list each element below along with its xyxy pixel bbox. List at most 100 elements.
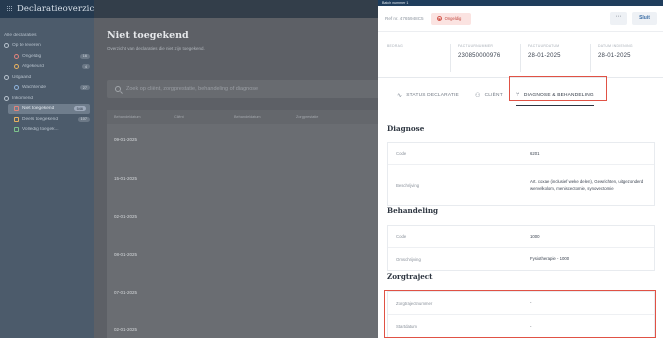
outgoing-icon	[4, 74, 9, 80]
sidebar-item-afgekeurd[interactable]: Afgekeurd 4	[0, 62, 94, 73]
sidebar: Declaratieoverzicht Alle declaraties Op …	[0, 0, 103, 338]
document-icon	[14, 116, 19, 122]
sidebar-nav: Alle declaraties Op te leveren Ongeldig …	[0, 18, 94, 135]
count-badge: 16	[79, 53, 90, 59]
zorgtraject-highlight-outline	[384, 290, 656, 338]
app-title: Declaratieoverzicht	[17, 4, 104, 14]
detail-panel: Batch nummer 1 Ref nr. 4765948C5 Ongeldi…	[378, 0, 663, 338]
section-title-diagnose: Diagnose	[387, 124, 425, 133]
summary-label: DATUM INDIENING	[598, 44, 633, 48]
status-label: Ongeldig	[444, 16, 462, 21]
sidebar-item-label: Inkomend	[12, 95, 34, 101]
column-header[interactable]: Cliënt	[174, 115, 184, 119]
sidebar-item-wachtende[interactable]: Wachtende 27	[0, 83, 94, 94]
section-title-zorgtraject: Zorgtraject	[387, 272, 433, 281]
sidebar-item-volledig-toegekend[interactable]: Volledig toegek...	[0, 125, 94, 136]
app-grid-icon[interactable]	[7, 6, 13, 12]
summary-label: BEDRAG	[387, 44, 404, 48]
page-title: Niet toegekend	[107, 30, 189, 41]
cell-date: 02-01-2025	[114, 214, 138, 219]
tab-status-declaratie[interactable]: ∿ STATUS DECLARATIE	[397, 81, 459, 109]
tab-highlight-outline	[509, 76, 607, 101]
tab-client[interactable]: ⚇ CLIËNT	[475, 81, 503, 109]
cell-date: 15-01-2025	[114, 176, 138, 181]
detail-row: Code 1000	[388, 226, 654, 248]
sidebar-item-label: Wachtende	[22, 85, 47, 91]
sidebar-item-label: Alle declaraties	[4, 32, 37, 38]
table-row[interactable]: 02-01-2025	[107, 327, 387, 332]
incoming-icon	[4, 95, 9, 101]
divider	[590, 44, 591, 72]
detail-row: Omschrijving Fysiotherapie - 1000	[388, 248, 654, 270]
summary-label: FACTUURDATUM	[528, 44, 560, 48]
sidebar-item-inkomend[interactable]: Inkomend	[0, 93, 94, 104]
declarations-table: Behandeldatum Cliënt Behandeldatum Zorgp…	[107, 110, 387, 338]
column-header[interactable]: Behandeldatum	[114, 115, 141, 119]
status-badge: Ongeldig	[430, 12, 472, 25]
diagnose-details: Code 6201 Beschrijving Art. coxae (inclu…	[387, 142, 655, 206]
detail-value: 1000	[530, 233, 540, 239]
detail-value: Fysiotherapie - 1000	[530, 256, 570, 262]
sidebar-item-label: Deels toegekend	[22, 116, 59, 122]
upload-icon	[4, 43, 9, 49]
sidebar-item-ongeldig[interactable]: Ongeldig 16	[0, 51, 94, 62]
error-circle-icon	[436, 16, 442, 21]
close-button[interactable]: Sluit	[632, 12, 657, 25]
table-row[interactable]: 08-01-2025	[107, 252, 387, 257]
count-badge: 107	[77, 116, 90, 122]
sidebar-item-niet-toegekend[interactable]: Niet toegekend 546	[8, 103, 90, 114]
search-placeholder: Zoek op cliënt, zorgprestatie, behandeli…	[126, 86, 259, 92]
table-header: Behandeldatum Cliënt Behandeldatum Zorgp…	[107, 110, 387, 124]
panel-header: Ref nr. 4765948C5 Ongeldig ⋯ Sluit	[378, 6, 663, 32]
table-row[interactable]: 15-01-2025	[107, 176, 387, 181]
table-row[interactable]: 02-01-2025	[107, 214, 387, 219]
sidebar-item-label: Ongeldig	[22, 53, 42, 59]
sidebar-item-uitgaand[interactable]: Uitgaand	[0, 72, 94, 83]
sidebar-item-label: Uitgaand	[12, 74, 32, 80]
detail-row: Code 6201	[388, 143, 654, 165]
sidebar-item-alle-declaraties[interactable]: Alle declaraties	[0, 30, 94, 41]
invoice-summary: BEDRAG FACTUURNUMMER 230850000976 FACTUU…	[378, 40, 663, 78]
search-icon	[115, 86, 121, 92]
page-subtitle: Overzicht van declaraties die niet zijn …	[107, 46, 205, 51]
detail-label: Code	[396, 151, 407, 156]
summary-label: FACTUURNUMMER	[458, 44, 494, 48]
app-header: Declaratieoverzicht	[0, 0, 103, 18]
table-row[interactable]: 07-01-2025	[107, 290, 387, 295]
document-icon	[14, 127, 19, 133]
divider	[450, 44, 451, 72]
count-badge: 4	[81, 64, 90, 70]
detail-value: Art. coxae (inclusief weke delen), Gewri…	[530, 178, 644, 192]
more-options-button[interactable]: ⋯	[610, 12, 627, 25]
table-row[interactable]: 09-01-2025	[107, 137, 387, 142]
sidebar-item-deels-toegekend[interactable]: Deels toegekend 107	[0, 114, 94, 125]
detail-row: Beschrijving Art. coxae (inclusief weke …	[388, 165, 654, 205]
clock-icon	[14, 85, 19, 91]
warning-icon	[14, 64, 19, 70]
summary-value: 28-01-2025	[598, 53, 631, 59]
behandeling-details: Code 1000 Omschrijving Fysiotherapie - 1…	[387, 225, 655, 271]
detail-value: 6201	[530, 150, 540, 156]
user-icon: ⚇	[475, 92, 481, 99]
summary-factuurdatum: FACTUURDATUM 28-01-2025	[528, 44, 561, 59]
sidebar-item-label: Afgekeurd	[22, 64, 44, 70]
divider	[520, 44, 521, 72]
tab-label: CLIËNT	[484, 92, 503, 98]
summary-bedrag: BEDRAG	[387, 44, 403, 53]
detail-label: Omschrijving	[396, 256, 421, 262]
reference-number: Ref nr. 4765948C5	[385, 16, 424, 21]
sidebar-item-op-te-leveren[interactable]: Op te leveren	[0, 41, 94, 52]
sidebar-item-label: Niet toegekend	[22, 106, 55, 112]
summary-datum-indiening: DATUM INDIENING 28-01-2025	[598, 44, 633, 59]
sidebar-item-label: Op te leveren	[12, 43, 41, 49]
summary-factuurnummer: FACTUURNUMMER 230850000976	[458, 44, 500, 59]
document-icon	[14, 106, 19, 112]
search-input[interactable]: Zoek op cliënt, zorgprestatie, behandeli…	[107, 80, 387, 98]
column-header[interactable]: Behandeldatum	[234, 115, 261, 119]
column-header[interactable]: Zorgprestatie	[296, 115, 318, 119]
detail-label: Code	[396, 234, 407, 239]
error-icon	[14, 53, 19, 59]
summary-value: 28-01-2025	[528, 53, 561, 59]
cell-date: 02-01-2025	[114, 327, 138, 332]
count-badge: 546	[73, 106, 86, 112]
